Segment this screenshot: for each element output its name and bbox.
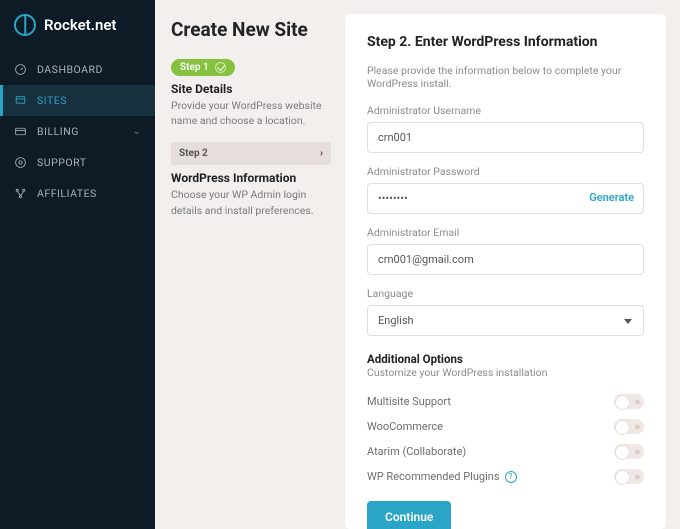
brand: Rocket.net <box>0 14 155 54</box>
card-icon <box>14 125 27 138</box>
form-heading: Step 2. Enter WordPress Information <box>367 34 644 50</box>
password-label: Administrator Password <box>367 165 644 178</box>
generate-link[interactable]: Generate <box>589 191 634 204</box>
step1-heading: Site Details <box>171 82 331 96</box>
continue-button[interactable]: Continue <box>367 501 451 529</box>
option-woocommerce: WooCommerce <box>367 414 644 439</box>
nav-label: SUPPORT <box>37 156 87 169</box>
username-input[interactable] <box>367 122 644 153</box>
nav-label: BILLING <box>37 125 79 138</box>
option-text: WP Recommended Plugins <box>367 470 500 483</box>
nav-support[interactable]: SUPPORT <box>0 147 155 178</box>
nav-dashboard[interactable]: DASHBOARD <box>0 54 155 85</box>
option-label: WooCommerce <box>367 420 443 433</box>
option-multisite: Multisite Support <box>367 389 644 414</box>
nav-billing[interactable]: BILLING ⌄ <box>0 116 155 147</box>
step2-chip[interactable]: Step 2 › <box>171 142 331 165</box>
info-icon[interactable]: ? <box>505 471 517 483</box>
option-atarim: Atarim (Collaborate) <box>367 439 644 464</box>
nav-sites[interactable]: SITES <box>0 85 155 116</box>
check-icon <box>215 62 226 73</box>
nav: DASHBOARD SITES BILLING ⌄ SUPPORT AFFILI… <box>0 54 155 209</box>
form-panel: Step 2. Enter WordPress Information Plea… <box>345 14 666 529</box>
step1-chip-label: Step 1 <box>180 62 209 73</box>
sites-icon <box>14 94 27 107</box>
email-input[interactable] <box>367 244 644 275</box>
additional-heading: Additional Options <box>367 352 644 366</box>
network-icon <box>14 187 27 200</box>
steps-column: Create New Site Step 1 Site Details Prov… <box>155 0 345 529</box>
toggle-multisite[interactable] <box>614 394 644 409</box>
step2-heading: WordPress Information <box>171 171 331 185</box>
chevron-right-icon: › <box>320 148 323 159</box>
step1-desc: Provide your WordPress website name and … <box>171 98 331 128</box>
page-title: Create New Site <box>171 18 331 41</box>
option-label: WP Recommended Plugins ? <box>367 470 517 483</box>
nav-label: AFFILIATES <box>37 187 97 200</box>
nav-affiliates[interactable]: AFFILIATES <box>0 178 155 209</box>
toggle-woocommerce[interactable] <box>614 419 644 434</box>
toggle-wp-plugins[interactable] <box>614 469 644 484</box>
logo-icon <box>14 14 36 36</box>
nav-label: SITES <box>37 94 67 107</box>
email-label: Administrator Email <box>367 226 644 239</box>
step1-chip: Step 1 <box>171 59 235 76</box>
main: Create New Site Step 1 Site Details Prov… <box>155 0 680 529</box>
step2-desc: Choose your WP Admin login details and i… <box>171 187 331 217</box>
toggle-atarim[interactable] <box>614 444 644 459</box>
language-select[interactable] <box>367 305 644 336</box>
option-label: Multisite Support <box>367 395 451 408</box>
additional-sub: Customize your WordPress installation <box>367 366 644 379</box>
step2-chip-label: Step 2 <box>179 148 208 159</box>
sidebar: Rocket.net DASHBOARD SITES BILLING ⌄ SUP… <box>0 0 155 529</box>
brand-name: Rocket.net <box>44 16 116 34</box>
gauge-icon <box>14 63 27 76</box>
username-label: Administrator Username <box>367 104 644 117</box>
lifebuoy-icon <box>14 156 27 169</box>
option-label: Atarim (Collaborate) <box>367 445 466 458</box>
form-intro: Please provide the information below to … <box>367 64 644 90</box>
language-label: Language <box>367 287 644 300</box>
nav-label: DASHBOARD <box>37 63 103 76</box>
option-wp-plugins: WP Recommended Plugins ? <box>367 464 644 489</box>
chevron-down-icon: ⌄ <box>133 127 141 137</box>
